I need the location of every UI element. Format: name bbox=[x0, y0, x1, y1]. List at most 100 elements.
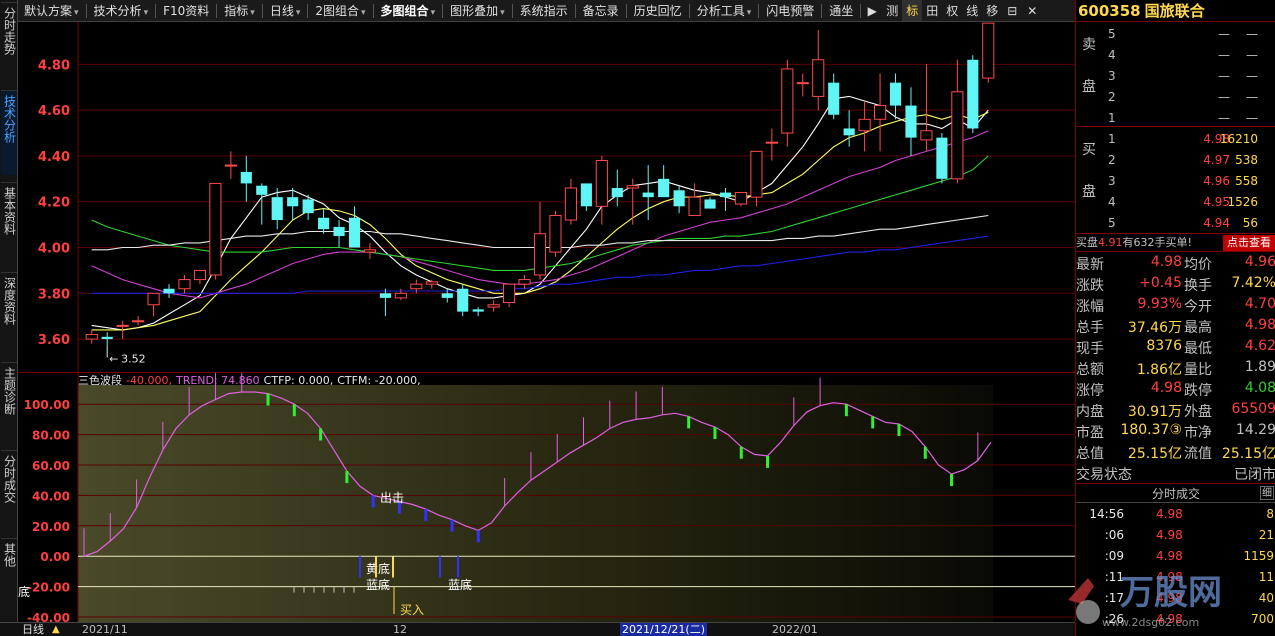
low-marker-label: 3.52 bbox=[121, 352, 145, 365]
quote-label-right: 跌停 bbox=[1184, 383, 1212, 399]
tick-price: 4.98 bbox=[1156, 591, 1183, 605]
toolbar-right-button-2[interactable]: 标 bbox=[902, 0, 923, 21]
buy-side-char: 买 bbox=[1082, 142, 1096, 158]
left-tab-4[interactable]: 主题诊断 bbox=[1, 362, 17, 442]
left-tab-1[interactable]: 技术分析 bbox=[1, 90, 17, 175]
toolbar-right-button-5[interactable]: 线 bbox=[962, 0, 982, 21]
toolbar-right-button-8[interactable]: ✕ bbox=[1022, 0, 1042, 21]
toolbar-item-2[interactable]: F10资料 bbox=[157, 0, 215, 21]
candle bbox=[967, 55, 979, 134]
low-marker-arrow: ← bbox=[109, 352, 118, 365]
quote-value-left: 4.98 bbox=[1150, 380, 1182, 396]
candle bbox=[982, 22, 995, 83]
quote-value-right: 4.08 bbox=[1244, 380, 1275, 396]
toolbar-item-label: 默认方案 bbox=[24, 3, 73, 18]
indicator-header-ctfm: CTFM: -20.000, bbox=[337, 374, 420, 387]
sell-order-row: 2— — bbox=[1104, 87, 1274, 108]
quote-row: 涨停 4.98 跌停 4.08 bbox=[1076, 380, 1275, 401]
quote-value-left: 25.15亿 bbox=[1127, 446, 1182, 462]
toolbar-item-13[interactable]: 通坐 bbox=[823, 0, 859, 21]
toolbar-item-10[interactable]: 历史回忆 bbox=[628, 0, 688, 21]
tick-row: :06 4.98 21 bbox=[1076, 525, 1275, 546]
quote-value-right: 4.70 bbox=[1244, 296, 1275, 312]
quote-value-right: 1.89 bbox=[1244, 359, 1275, 375]
buy-order-book: 买盘 1 4.98 16210 2 4.97 538 3 4.96 558 4 4.95 1526 5 4.… bbox=[1076, 127, 1275, 234]
toolbar-item-7[interactable]: 图形叠加 bbox=[444, 0, 511, 21]
tick-time: :26 bbox=[1104, 612, 1124, 626]
period-label[interactable]: 日线 bbox=[22, 623, 44, 636]
stock-header: 600358 国旅联合 bbox=[1076, 0, 1275, 22]
signal-blue_bottom2: 蓝底 bbox=[448, 577, 472, 592]
toolbar-item-6[interactable]: 多图组合 bbox=[375, 0, 442, 21]
toolbar-item-11[interactable]: 分析工具 bbox=[691, 0, 758, 21]
toolbar-item-9[interactable]: 备忘录 bbox=[577, 0, 625, 21]
signal-buy: 买入 bbox=[400, 603, 424, 617]
view-detail-button[interactable]: 点击查看 bbox=[1223, 235, 1275, 251]
sell-order-row: 4— — bbox=[1104, 45, 1274, 66]
indicator-axis-label: 0.00 bbox=[40, 550, 70, 564]
toolbar-right-button-3[interactable]: 田 bbox=[922, 0, 942, 21]
tick-time: :06 bbox=[1104, 528, 1124, 542]
tick-time: :09 bbox=[1104, 549, 1124, 563]
indicator-axis-label: 40.00 bbox=[32, 489, 70, 503]
tick-title: 分时成交 bbox=[1151, 487, 1200, 501]
sell-order-row: 1— — bbox=[1104, 108, 1274, 129]
quote-label-left: 内盘 bbox=[1076, 404, 1104, 420]
toolbar-item-1[interactable]: 技术分析 bbox=[88, 0, 155, 21]
toolbar-item-3[interactable]: 指标 bbox=[218, 0, 261, 21]
indicator-axis-label: -20.00 bbox=[27, 581, 70, 595]
quote-label-right: 换手 bbox=[1184, 278, 1212, 294]
sell-order-book: 卖盘 5— —4— —3— —2— —1— — bbox=[1076, 22, 1275, 127]
toolbar-item-label: 系统指示 bbox=[519, 3, 568, 18]
quote-label-left: 总额 bbox=[1076, 362, 1104, 378]
quote-value-right: 25.15亿 bbox=[1221, 446, 1275, 462]
toolbar-separator bbox=[85, 3, 87, 18]
buy-order-row: 4 4.95 1526 bbox=[1104, 192, 1274, 213]
indicator-chart[interactable]: 100.00 80.00 60.00 40.00 20.00 0.00 -20.00 -40.… bbox=[18, 364, 1075, 625]
toolbar-right-button-1[interactable]: 测 bbox=[882, 0, 902, 21]
left-tab-5[interactable]: 分时成交 bbox=[1, 450, 17, 530]
tick-detail-button[interactable]: 细 bbox=[1260, 486, 1274, 500]
order-volume: 558 bbox=[1235, 174, 1258, 188]
signal-bottom_left: 底 bbox=[18, 584, 30, 599]
quote-value-left: 4.98 bbox=[1150, 254, 1182, 270]
left-tab-6[interactable]: 其他 bbox=[1, 538, 17, 588]
buy-order-row: 2 4.97 538 bbox=[1104, 150, 1274, 171]
tick-volume: 8 bbox=[1266, 507, 1274, 521]
toolbar-right-button-0[interactable]: ▶ bbox=[862, 0, 882, 21]
left-tab-0[interactable]: 分时走势 bbox=[1, 2, 17, 82]
toolbar-right-button-7[interactable]: ⊟ bbox=[1002, 0, 1022, 21]
toolbar-item-0[interactable]: 默认方案 bbox=[18, 0, 85, 21]
quote-value-left: 1.86亿 bbox=[1136, 362, 1182, 378]
toolbar-right-button-4[interactable]: 权 bbox=[942, 0, 962, 21]
order-volume: 538 bbox=[1235, 153, 1258, 167]
bottom-date-bar: 日线 ▲ 2021/11 12 2021/12/21(二) 2022/01 bbox=[0, 622, 1075, 636]
toolbar-item-label: 通坐 bbox=[829, 3, 854, 18]
buy-order-row: 3 4.96 558 bbox=[1104, 171, 1274, 192]
indicator-axis-label: 20.00 bbox=[32, 520, 70, 534]
left-tab-3[interactable]: 深度资料 bbox=[1, 272, 17, 357]
quote-label-left: 市盈 bbox=[1076, 425, 1104, 441]
buy-alert-line: 买盘4.91有632手买单! 点击查看 bbox=[1076, 234, 1275, 252]
toolbar-right-button-6[interactable]: 移 bbox=[982, 0, 1002, 21]
order-level: 5 bbox=[1108, 27, 1116, 41]
left-tab-label: 主题诊断 bbox=[2, 367, 17, 415]
quote-value-right: 14.29 bbox=[1235, 422, 1275, 438]
sell-order-row: 3— — bbox=[1104, 66, 1274, 87]
price-chart[interactable]: 4.80 4.60 4.40 4.20 4.00 3.80 3.60 ← 3.52 bbox=[18, 22, 1075, 372]
trend-indicator-chart[interactable]: 100.00 80.00 60.00 40.00 20.00 0.00 -20.00 -40.… bbox=[18, 364, 1075, 625]
toolbar-item-5[interactable]: 2图组合 bbox=[309, 0, 371, 21]
order-level: 2 bbox=[1108, 90, 1116, 104]
toolbar-item-label: 多图组合 bbox=[380, 3, 429, 18]
quote-value-right: 4.98 bbox=[1244, 317, 1275, 333]
toolbar-item-4[interactable]: 日线 bbox=[264, 0, 307, 21]
price-axis-label: 4.40 bbox=[38, 150, 70, 165]
signal-sell: 出击 bbox=[380, 491, 404, 505]
candlestick-chart[interactable]: 4.80 4.60 4.40 4.20 4.00 3.80 3.60 ← 3.52 bbox=[18, 22, 1075, 372]
toolbar-item-8[interactable]: 系统指示 bbox=[514, 0, 574, 21]
period-up-icon[interactable]: ▲ bbox=[52, 623, 60, 636]
left-tab-2[interactable]: 基本资料 bbox=[1, 182, 17, 262]
order-volume: — bbox=[1246, 27, 1258, 41]
toolbar-item-12[interactable]: 闪电预警 bbox=[760, 0, 820, 21]
order-level: 1 bbox=[1108, 132, 1116, 146]
